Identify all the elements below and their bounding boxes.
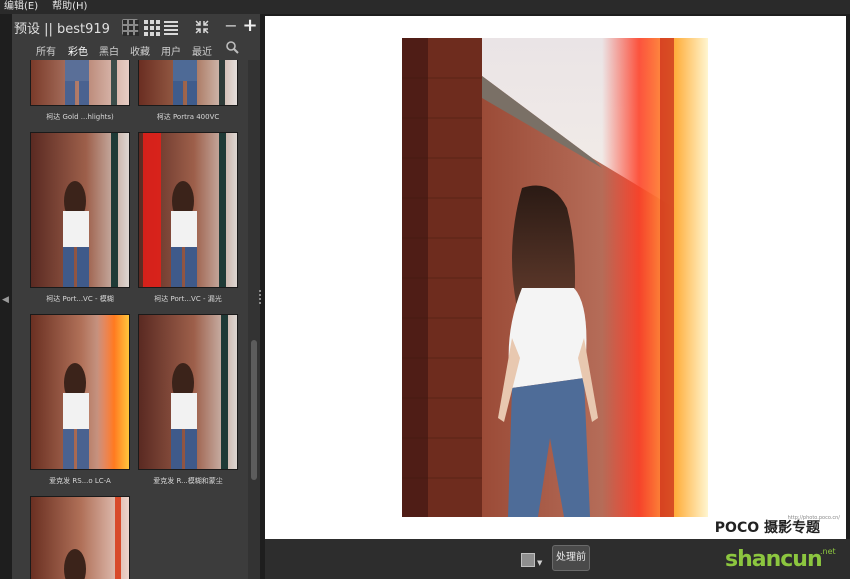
tab-recent[interactable]: 最近 bbox=[192, 43, 212, 58]
panel-title: 预设 || best919 bbox=[14, 21, 110, 37]
preset-thumbnail[interactable] bbox=[30, 60, 130, 106]
site-logo-suffix: .net bbox=[820, 547, 836, 556]
list-icon[interactable] bbox=[164, 19, 180, 35]
collapse-left-icon[interactable]: ◀ bbox=[2, 295, 9, 305]
before-toggle-button[interactable]: 处理前 bbox=[552, 545, 590, 571]
background-color-swatch[interactable] bbox=[521, 553, 535, 567]
tab-color[interactable]: 彩色 bbox=[68, 43, 88, 58]
presets-panel: 预设 || best919 − + 所有 彩色 黑白 收藏 用户 最近 柯达 G… bbox=[12, 14, 260, 579]
grid-large-icon[interactable] bbox=[122, 19, 139, 36]
tab-favorites[interactable]: 收藏 bbox=[130, 43, 150, 58]
expand-icon[interactable] bbox=[194, 19, 210, 35]
menu-help[interactable]: 帮助(H) bbox=[48, 0, 97, 14]
thumbnail-scrollbar[interactable] bbox=[248, 60, 260, 579]
app-window: 编辑(E) 帮助(H) 预设 || best919 − + 所有 彩色 黑白 收… bbox=[0, 0, 850, 579]
bottom-toolbar: ▼ 处理前 shancun .net bbox=[265, 539, 850, 579]
thumbnail-grid: 柯达 Gold ...hlights) 柯达 Portra 400VC 柯达 P… bbox=[12, 60, 246, 579]
thumbnail-caption: 柯达 Portra 400VC bbox=[156, 113, 220, 121]
preset-thumbnail[interactable] bbox=[30, 132, 130, 288]
preset-tabs: 所有 彩色 黑白 收藏 用户 最近 bbox=[12, 41, 260, 59]
minus-icon[interactable]: − bbox=[224, 18, 238, 35]
plus-icon[interactable]: + bbox=[242, 17, 258, 35]
poco-watermark: POCO 摄影专题 bbox=[714, 520, 820, 536]
preset-thumbnail[interactable] bbox=[30, 496, 130, 579]
site-logo: shancun bbox=[725, 547, 823, 572]
thumbnail-caption: 爱克发 R...模糊和蒙尘 bbox=[153, 477, 223, 485]
grid-small-icon[interactable] bbox=[143, 19, 160, 36]
scrollbar-thumb[interactable] bbox=[251, 340, 257, 480]
preset-thumbnail[interactable] bbox=[138, 60, 238, 106]
thumbnail-caption: 爱克发 RS...o LC-A bbox=[49, 477, 111, 485]
tab-bw[interactable]: 黑白 bbox=[99, 43, 119, 58]
image-canvas: http://photo.poco.cn/ POCO 摄影专题 bbox=[265, 16, 846, 539]
panel-splitter[interactable] bbox=[258, 288, 262, 310]
preset-thumbnail[interactable] bbox=[30, 314, 130, 470]
tab-all[interactable]: 所有 bbox=[36, 43, 56, 58]
menu-edit[interactable]: 编辑(E) bbox=[0, 0, 48, 14]
chevron-down-icon[interactable]: ▼ bbox=[537, 559, 542, 567]
preset-thumbnail[interactable] bbox=[138, 132, 238, 288]
panel-header: 预设 || best919 − + bbox=[12, 14, 260, 40]
main-photo[interactable] bbox=[402, 38, 708, 517]
tab-user[interactable]: 用户 bbox=[161, 43, 181, 58]
search-icon[interactable] bbox=[226, 41, 239, 57]
thumbnail-caption: 柯达 Port...VC - 漏光 bbox=[154, 295, 222, 303]
thumbnail-caption: 柯达 Port...VC - 模糊 bbox=[46, 295, 114, 303]
preset-thumbnail[interactable] bbox=[138, 314, 238, 470]
menubar: 编辑(E) 帮助(H) bbox=[0, 0, 850, 14]
thumbnail-caption: 柯达 Gold ...hlights) bbox=[46, 113, 114, 121]
